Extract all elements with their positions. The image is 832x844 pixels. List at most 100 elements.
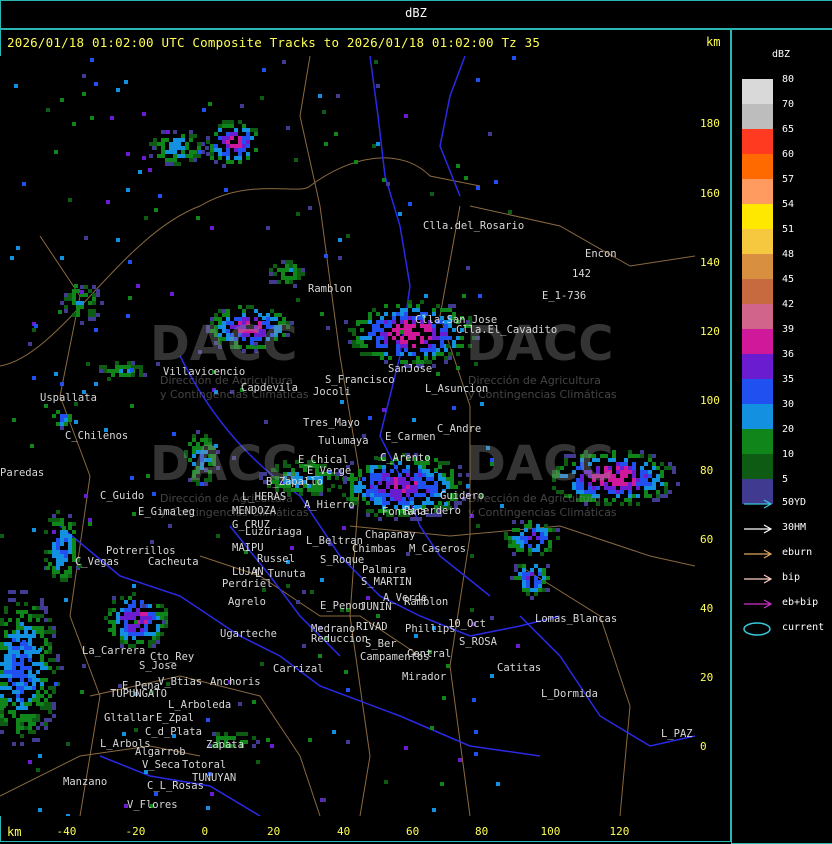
radar-echo-pixel xyxy=(12,634,16,638)
watermark-text: Dirección de Agricultura y Contingencias … xyxy=(468,492,617,519)
radar-echo-pixel xyxy=(156,612,160,616)
radar-echo-pixel xyxy=(422,485,426,489)
radar-echo-pixel xyxy=(60,578,64,582)
radar-echo-pixel xyxy=(185,146,189,150)
radar-echo-pixel xyxy=(154,792,158,796)
radar-echo-pixel xyxy=(52,658,56,662)
radar-echo-pixel xyxy=(226,140,230,144)
radar-echo-pixel xyxy=(648,454,652,458)
radar-echo-pixel xyxy=(428,348,432,352)
radar-echo-pixel xyxy=(396,344,400,348)
radar-echo-pixel xyxy=(32,376,36,380)
place-label: Palmira xyxy=(362,564,407,576)
radar-echo-pixel xyxy=(64,578,68,582)
radar-echo-pixel xyxy=(620,486,624,490)
radar-echo-pixel xyxy=(16,646,20,650)
radar-echo-pixel xyxy=(542,568,546,572)
radar-echo-pixel xyxy=(24,702,28,706)
radar-echo-pixel xyxy=(256,760,260,764)
radar-echo-pixel xyxy=(82,74,86,78)
radar-echo-pixel xyxy=(8,666,12,670)
radar-echo-pixel xyxy=(16,690,20,694)
radar-echo-pixel xyxy=(504,536,508,540)
radar-echo-pixel xyxy=(72,313,76,317)
radar-echo-pixel xyxy=(0,674,4,678)
radar-echo-pixel xyxy=(181,146,185,150)
radar-echo-pixel xyxy=(164,624,168,628)
radar-echo-pixel xyxy=(210,148,214,152)
radar-echo-pixel xyxy=(640,470,644,474)
radar-echo-pixel xyxy=(542,588,546,592)
radar-echo-pixel xyxy=(640,482,644,486)
radar-echo-pixel xyxy=(52,702,56,706)
radar-echo-pixel xyxy=(454,485,458,489)
radar-echo-pixel xyxy=(442,696,446,700)
radar-echo-pixel xyxy=(162,620,166,624)
radar-echo-pixel xyxy=(222,140,226,144)
radar-echo-pixel xyxy=(128,632,132,636)
radar-echo-pixel xyxy=(394,497,398,501)
radar-echo-pixel xyxy=(189,134,193,138)
radar-echo-pixel xyxy=(434,489,438,493)
radar-echo-pixel xyxy=(252,744,256,748)
radar-echo-pixel xyxy=(157,154,161,158)
radar-echo-pixel xyxy=(56,558,60,562)
radar-echo-pixel xyxy=(76,289,80,293)
radar-echo-pixel xyxy=(406,473,410,477)
radar-echo-pixel xyxy=(169,162,173,166)
legend-value: 70 xyxy=(782,99,795,110)
radar-echo-pixel xyxy=(628,498,632,502)
radar-echo-pixel xyxy=(56,658,60,662)
radar-echo-pixel xyxy=(48,666,52,670)
radar-map[interactable]: DACC DACC DACC DACC Dirección de Agricul… xyxy=(0,56,695,816)
radar-echo-pixel xyxy=(48,618,52,622)
radar-echo-pixel xyxy=(54,372,58,376)
radar-echo-pixel xyxy=(132,636,136,640)
radar-echo-pixel xyxy=(32,606,36,610)
radar-echo-pixel xyxy=(386,485,390,489)
radar-echo-pixel xyxy=(44,638,48,642)
radar-echo-pixel xyxy=(456,352,460,356)
place-label: Ugarteche xyxy=(220,628,277,640)
radar-echo-pixel xyxy=(132,512,136,516)
radar-echo-pixel xyxy=(334,132,338,136)
radar-echo-pixel xyxy=(218,156,222,160)
radar-echo-pixel xyxy=(36,738,40,742)
radar-echo-pixel xyxy=(0,642,4,646)
radar-echo-pixel xyxy=(72,289,76,293)
radar-echo-pixel xyxy=(193,154,197,158)
radar-echo-pixel xyxy=(548,544,552,548)
radar-echo-pixel xyxy=(0,722,4,726)
radar-echo-pixel xyxy=(132,628,136,632)
radar-echo-pixel xyxy=(648,458,652,462)
radar-echo-pixel xyxy=(366,501,370,505)
radar-echo-pixel xyxy=(424,352,428,356)
radar-echo-pixel xyxy=(8,658,12,662)
radar-echo-pixel xyxy=(470,608,474,612)
radar-echo-pixel xyxy=(394,465,398,469)
legend-track-label: 50YD xyxy=(782,497,807,508)
radar-echo-pixel xyxy=(392,328,396,332)
radar-echo-pixel xyxy=(56,422,60,426)
radar-echo-pixel xyxy=(32,698,36,702)
radar-echo-pixel xyxy=(308,206,312,210)
radar-echo-pixel xyxy=(234,156,238,160)
radar-echo-pixel xyxy=(104,616,108,620)
radar-echo-pixel xyxy=(52,518,56,522)
radar-echo-pixel xyxy=(528,524,532,528)
radar-echo-pixel xyxy=(273,280,277,284)
radar-echo-pixel xyxy=(376,614,380,618)
radar-echo-pixel xyxy=(230,120,234,124)
radar-echo-pixel xyxy=(68,570,72,574)
x-tick-label: 80 xyxy=(475,825,489,838)
radar-echo-pixel xyxy=(222,309,226,313)
radar-echo-pixel xyxy=(119,365,123,369)
radar-echo-pixel xyxy=(44,404,48,408)
legend-value: 20 xyxy=(782,424,795,435)
radar-echo-pixel xyxy=(360,328,364,332)
radar-echo-pixel xyxy=(24,590,28,594)
radar-echo-pixel xyxy=(266,738,270,742)
radar-echo-pixel xyxy=(165,162,169,166)
radar-echo-pixel xyxy=(386,501,390,505)
radar-echo-pixel xyxy=(382,408,386,412)
